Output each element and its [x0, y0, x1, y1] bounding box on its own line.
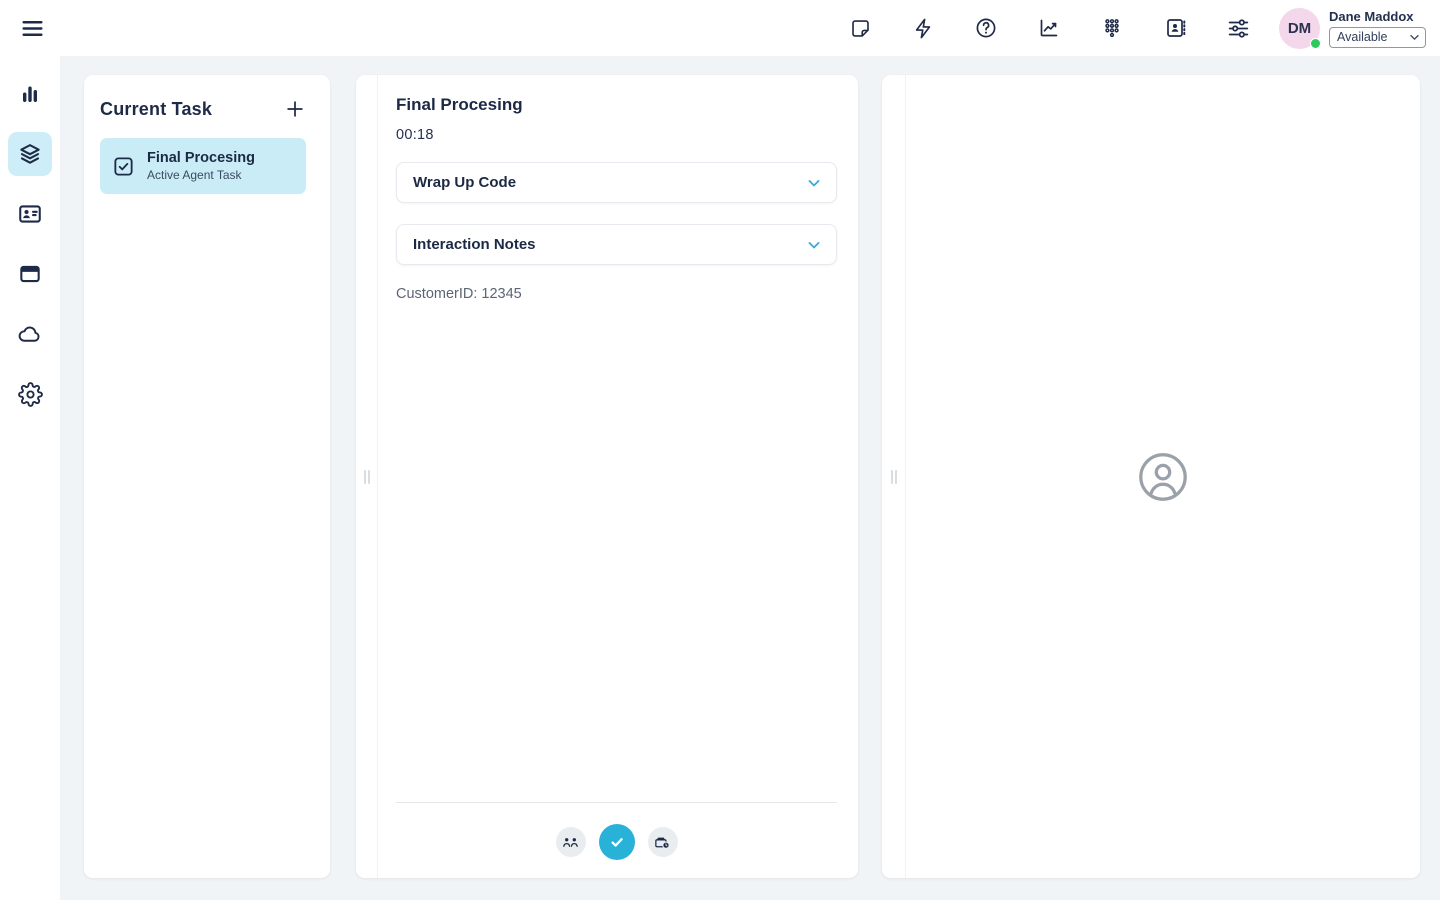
contact-card-icon — [17, 201, 43, 227]
reschedule-icon — [653, 833, 672, 852]
help-icon[interactable] — [973, 15, 999, 41]
reschedule-task-button[interactable] — [648, 827, 678, 857]
cloud-icon — [17, 321, 43, 347]
rail-item-dashboard[interactable] — [8, 72, 52, 116]
lightning-icon[interactable] — [910, 15, 936, 41]
sliders-icon[interactable] — [1225, 15, 1251, 41]
user-name: Dane Maddox — [1329, 9, 1426, 24]
add-task-button[interactable] — [282, 96, 308, 122]
detail-spacer — [396, 302, 837, 802]
avatar[interactable]: DM — [1279, 8, 1320, 49]
avatar-initials: DM — [1288, 20, 1311, 37]
bar-chart-icon — [18, 82, 42, 106]
window-icon — [17, 261, 43, 287]
interaction-notes-label: Interaction Notes — [413, 236, 536, 253]
topbar-icons — [847, 15, 1251, 41]
customer-id-text: CustomerID: 12345 — [396, 286, 837, 302]
splitter-handle[interactable] — [889, 466, 899, 488]
layers-icon — [17, 141, 43, 167]
user-meta: Dane Maddox Available — [1329, 9, 1426, 48]
task-panel-header: Current Task — [100, 96, 310, 122]
task-detail-panel: Final Procesing 00:18 Wrap Up Code Inter… — [378, 75, 858, 878]
rail-item-cloud[interactable] — [8, 312, 52, 356]
gear-icon — [18, 382, 43, 407]
hamburger-menu-icon[interactable] — [18, 14, 46, 42]
rail-item-settings[interactable] — [8, 372, 52, 416]
left-splitter — [356, 75, 378, 878]
task-card-title: Final Procesing — [147, 150, 255, 166]
rail-item-tasks[interactable] — [8, 132, 52, 176]
complete-check-icon — [606, 831, 628, 853]
rail-item-contacts[interactable] — [8, 192, 52, 236]
status-select-wrap: Available — [1329, 27, 1426, 48]
left-rail — [0, 56, 60, 900]
trend-chart-icon[interactable] — [1036, 15, 1062, 41]
customer-panel — [906, 75, 1420, 878]
workspace: Current Task Final Procesing Active Agen… — [60, 56, 1440, 900]
current-task-panel: Current Task Final Procesing Active Agen… — [84, 75, 330, 878]
interaction-notes-accordion[interactable]: Interaction Notes — [396, 224, 837, 265]
task-card-subtitle: Active Agent Task — [147, 168, 255, 182]
plus-icon — [284, 98, 306, 120]
wrap-up-code-label: Wrap Up Code — [413, 174, 516, 191]
transfer-task-button[interactable] — [556, 827, 586, 857]
task-card[interactable]: Final Procesing Active Agent Task — [100, 138, 306, 194]
app-body: Current Task Final Procesing Active Agen… — [0, 56, 1440, 900]
wrap-up-code-accordion[interactable]: Wrap Up Code — [396, 162, 837, 203]
splitter-handle[interactable] — [362, 466, 372, 488]
right-splitter — [882, 75, 906, 878]
task-panel-title: Current Task — [100, 99, 212, 120]
chevron-down-icon — [804, 173, 824, 193]
detail-footer — [396, 802, 837, 878]
user-area: DM Dane Maddox Available — [1279, 8, 1426, 49]
task-card-texts: Final Procesing Active Agent Task — [147, 150, 255, 182]
person-placeholder-icon — [1137, 451, 1189, 503]
transfer-icon — [561, 833, 580, 852]
sticky-note-icon[interactable] — [847, 15, 873, 41]
topbar: DM Dane Maddox Available — [0, 0, 1440, 56]
status-select[interactable]: Available — [1329, 27, 1426, 48]
task-timer: 00:18 — [396, 127, 837, 143]
task-detail-group: Final Procesing 00:18 Wrap Up Code Inter… — [356, 75, 858, 878]
complete-task-button[interactable] — [599, 824, 635, 860]
customer-panel-group — [882, 75, 1420, 878]
rail-item-apps[interactable] — [8, 252, 52, 296]
task-checkbox-icon — [112, 155, 135, 178]
dialpad-icon[interactable] — [1099, 15, 1125, 41]
footer-actions — [396, 824, 837, 860]
task-detail-title: Final Procesing — [396, 95, 837, 115]
status-dot — [1310, 38, 1321, 49]
address-book-icon[interactable] — [1162, 15, 1188, 41]
chevron-down-icon — [804, 235, 824, 255]
